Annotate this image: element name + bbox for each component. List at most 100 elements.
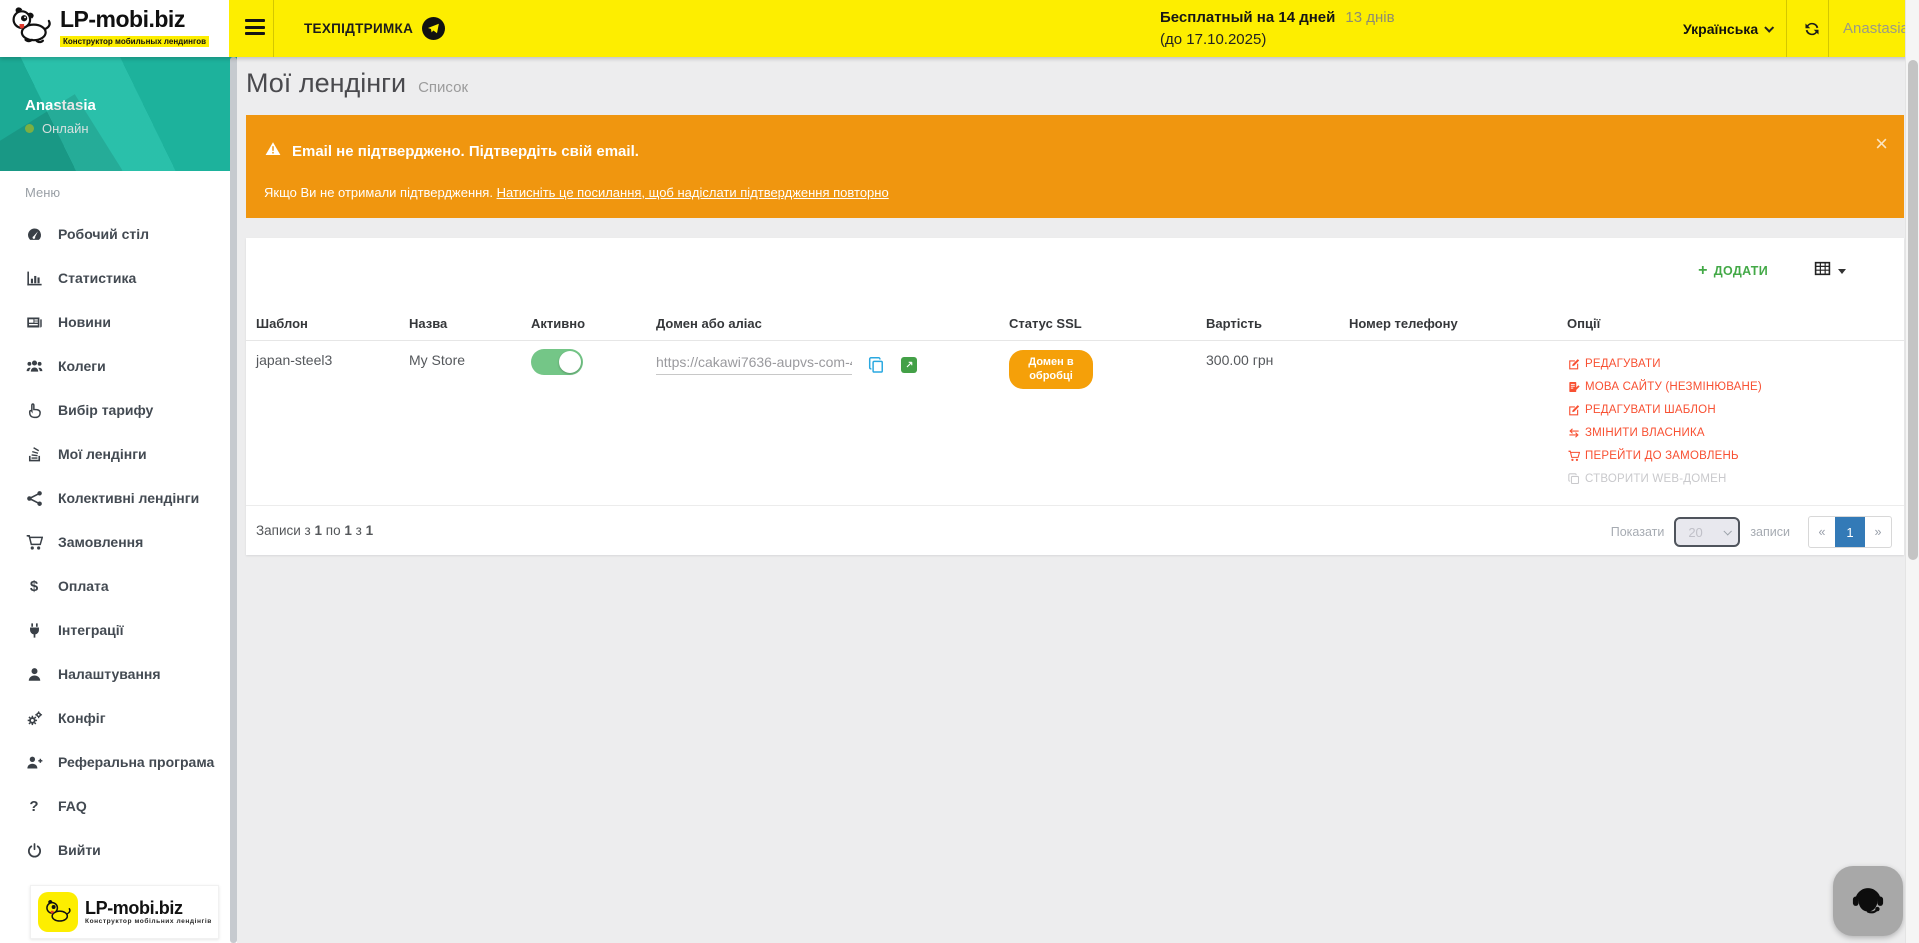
- row-options: РЕДАГУВАТИМОВА САЙТУ (НЕЗМІНЮВАНЕ)РЕДАГУ…: [1567, 352, 1904, 490]
- online-status-label: Онлайн: [42, 121, 89, 136]
- sidebar: Anastasia Онлайн Меню Робочий стілСтатис…: [0, 57, 237, 943]
- sidebar-item-label: Статистика: [58, 270, 136, 286]
- hamburger-menu-icon[interactable]: [245, 19, 265, 39]
- trial-title: Бесплатный на 14 дней: [1160, 7, 1335, 29]
- topbar-divider: [1828, 0, 1829, 57]
- language-icon: [1567, 380, 1580, 393]
- scrollbar-thumb[interactable]: [1908, 60, 1918, 560]
- page-subtitle: Список: [418, 79, 468, 96]
- topbar-divider: [1786, 0, 1787, 57]
- column-visibility-button[interactable]: [1814, 260, 1846, 282]
- records-label: записи: [1750, 525, 1790, 539]
- active-toggle[interactable]: [531, 349, 583, 375]
- sidebar-item-collective-landings[interactable]: Колективні лендінги: [0, 476, 229, 520]
- sidebar-item-label: Колеги: [58, 358, 106, 374]
- page-size-select[interactable]: 20: [1674, 517, 1740, 547]
- sidebar-item-orders[interactable]: Замовлення: [0, 520, 229, 564]
- copy-icon[interactable]: [868, 356, 885, 374]
- sidebar-item-dashboard[interactable]: Робочий стіл: [0, 212, 229, 256]
- dollar-icon: $: [25, 577, 43, 595]
- table-footer: Записи з 1 по 1 з 1 Показати 20 записи «…: [246, 505, 1904, 555]
- records-info: Записи з 1 по 1 з 1: [256, 523, 373, 538]
- add-landing-label: ДОДАТИ: [1714, 264, 1768, 278]
- page-scrollbar[interactable]: [1905, 0, 1919, 943]
- sidebar-item-faq[interactable]: ?FAQ: [0, 784, 229, 828]
- plug-icon: [25, 621, 43, 639]
- sidebar-brand-subtitle: Конструктор мобільних лендінгів: [85, 918, 212, 925]
- menu-header: Меню: [25, 185, 60, 200]
- language-label: Українська: [1683, 21, 1758, 37]
- pagination: « 1 »: [1808, 516, 1892, 548]
- resend-confirmation-link[interactable]: Натисніть це посилання, щоб надіслати пі…: [497, 185, 889, 200]
- clone-icon: [1567, 472, 1580, 485]
- sidebar-item-logout[interactable]: Вийти: [0, 828, 229, 872]
- sidebar-item-label: Вийти: [58, 842, 101, 858]
- add-landing-button[interactable]: + ДОДАТИ: [1698, 263, 1768, 279]
- option-link[interactable]: РЕДАГУВАТИ: [1567, 352, 1904, 375]
- sidebar-item-colleagues[interactable]: Колеги: [0, 344, 229, 388]
- sidebar-item-my-landings[interactable]: Мої лендінги: [0, 432, 229, 476]
- hand-pointer-icon: [25, 401, 43, 419]
- sidebar-item-label: Інтеграції: [58, 622, 124, 638]
- cell-phone: [1339, 336, 1557, 490]
- topbar-username[interactable]: Anastasia: [1843, 0, 1909, 57]
- chevron-down-icon: [1724, 527, 1732, 535]
- brand-subtitle: Конструктор мобильных лендингов: [60, 36, 209, 47]
- pagination-next[interactable]: »: [1865, 517, 1891, 547]
- telegram-icon[interactable]: [422, 17, 445, 40]
- trial-status: Бесплатный на 14 дней 13 днів (до 17.10.…: [1160, 7, 1395, 51]
- users-icon: [25, 357, 43, 375]
- landings-table-card: + ДОДАТИ ШаблонНазваАктивноДомен або алі…: [246, 238, 1904, 555]
- exchange-icon: [1567, 426, 1580, 439]
- sidebar-item-statistics[interactable]: Статистика: [0, 256, 229, 300]
- dog-logo-icon: [8, 4, 54, 53]
- open-site-icon[interactable]: [901, 357, 917, 373]
- sidebar-item-label: Налаштування: [58, 666, 161, 682]
- sidebar-item-config[interactable]: Конфіг: [0, 696, 229, 740]
- trial-days-left: 13 днів: [1345, 7, 1394, 29]
- option-link[interactable]: РЕДАГУВАТИ ШАБЛОН: [1567, 398, 1904, 421]
- sidebar-menu: Робочий стіл Статистика Новини Колеги Вибір …: [0, 212, 229, 872]
- sidebar-item-referral[interactable]: Реферальна програма: [0, 740, 229, 784]
- dog-logo-icon: [38, 892, 78, 932]
- cart-icon: [1567, 449, 1580, 462]
- sidebar-footer-logo[interactable]: LP-mobi.biz Конструктор мобільних лендін…: [30, 885, 219, 939]
- show-label: Показати: [1611, 525, 1665, 539]
- page-title: Мої лендінги: [246, 68, 406, 99]
- chevron-down-icon: [1764, 23, 1774, 33]
- table-grid-icon: [1814, 260, 1831, 282]
- tech-support-link[interactable]: ТЕХПІДТРИМКА: [304, 0, 445, 57]
- sidebar-item-label: Реферальна програма: [58, 754, 214, 770]
- sidebar-scrollbar[interactable]: [230, 57, 237, 943]
- pagination-page-1[interactable]: 1: [1835, 517, 1865, 547]
- alert-body: Якщо Ви не отримали підтвердження. Натис…: [264, 185, 889, 200]
- pagination-prev[interactable]: «: [1809, 517, 1835, 547]
- option-link[interactable]: МОВА САЙТУ (НЕЗМІНЮВАНЕ): [1567, 375, 1904, 398]
- sidebar-item-integrations[interactable]: Інтеграції: [0, 608, 229, 652]
- newspaper-icon: [25, 313, 43, 331]
- sidebar-item-tariff[interactable]: Вибір тарифу: [0, 388, 229, 432]
- sidebar-item-settings[interactable]: Налаштування: [0, 652, 229, 696]
- support-chat-button[interactable]: [1833, 866, 1903, 936]
- page-header: Мої лендінги Список: [246, 68, 468, 99]
- tech-support-label: ТЕХПІДТРИМКА: [304, 21, 413, 36]
- topbar-divider: [273, 0, 274, 57]
- alert-body-prefix: Якщо Ви не отримали підтвердження.: [264, 185, 497, 200]
- sidebar-item-label: Оплата: [58, 578, 109, 594]
- sidebar-item-news[interactable]: Новини: [0, 300, 229, 344]
- close-icon[interactable]: ×: [1875, 133, 1888, 155]
- option-link[interactable]: ПЕРЕЙТИ ДО ЗАМОВЛЕНЬ: [1567, 444, 1904, 467]
- sidebar-item-label: Колективні лендінги: [58, 490, 199, 506]
- sidebar-item-label: Вибір тарифу: [58, 402, 153, 418]
- refresh-button[interactable]: [1797, 0, 1827, 57]
- chart-bar-icon: [25, 269, 43, 287]
- sidebar-item-label: Замовлення: [58, 534, 143, 550]
- sidebar-user-status: Онлайн: [25, 121, 89, 136]
- option-link[interactable]: ЗМІНИТИ ВЛАСНИКА: [1567, 421, 1904, 444]
- language-selector[interactable]: Українська: [1683, 0, 1772, 57]
- sidebar-item-label: FAQ: [58, 798, 87, 814]
- caret-down-icon: [1838, 269, 1846, 278]
- domain-input[interactable]: [656, 354, 852, 375]
- brand-logo[interactable]: LP-mobi.biz Конструктор мобильных лендин…: [0, 0, 229, 57]
- sidebar-item-payment[interactable]: $ Оплата: [0, 564, 229, 608]
